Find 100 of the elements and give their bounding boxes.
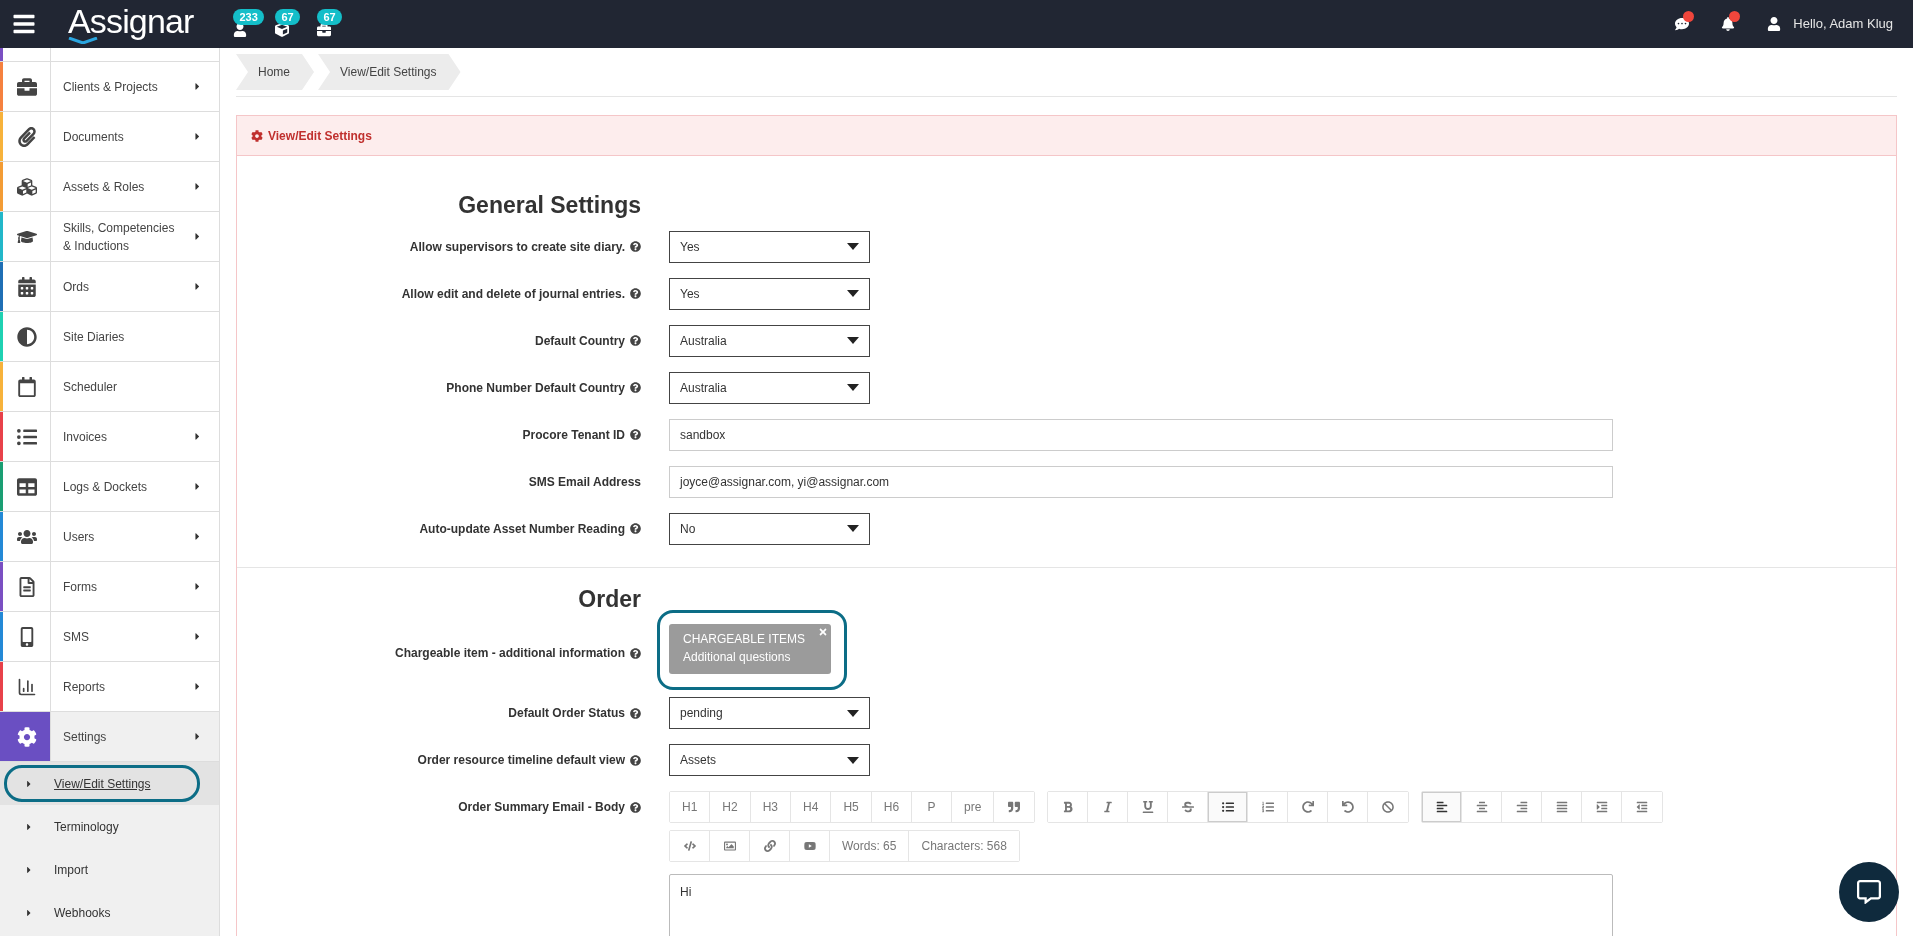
align-justify-icon [1555,801,1568,813]
field-label: Order resource timeline default view [417,752,625,769]
menu-icon[interactable] [12,12,36,36]
bold-button[interactable] [1048,792,1089,822]
sidebar-item[interactable]: Users [0,512,219,562]
sidebar-label: Ords [62,278,90,296]
align-center-icon [1475,801,1488,813]
help-icon[interactable] [630,801,641,813]
align-left-button[interactable] [1422,792,1463,822]
field-label: SMS Email Address [528,473,641,491]
select-field[interactable]: Australia [669,371,870,404]
count-badge: 233 [233,9,264,25]
sidebar-item[interactable]: Scheduler [0,362,219,412]
sidebar-item[interactable]: Settings [0,712,219,762]
sidebar-label: Invoices [62,428,109,446]
select-field[interactable]: No [669,512,870,545]
sidebar-item[interactable]: Reports [0,662,219,712]
field-label: Procore Tenant ID [522,426,625,444]
submenu-link[interactable]: View/Edit Settings [54,774,151,793]
table-icon [16,476,37,497]
select-field[interactable]: Australia [669,324,870,357]
list-icon [16,426,37,447]
help-icon[interactable] [630,523,641,534]
dropdown-caret-icon [847,243,859,250]
bell-icon[interactable] [1721,17,1736,31]
dropdown-caret-icon [847,525,859,532]
panel-title: View/Edit Settings [268,127,372,145]
sidebar-label: Clients & Projects [62,78,159,96]
field-label: Default Order Status [508,705,625,722]
settings-icon [16,726,37,747]
help-icon[interactable] [630,429,641,440]
sidebar-label: Forms [62,578,98,596]
chip-title: CHARGEABLE ITEMS [683,631,807,648]
count-badge: 67 [275,9,300,25]
code-icon [683,840,696,852]
sidebar-label: SMS [62,628,90,646]
field-label: Default Country [535,332,625,350]
field-label: Order Summary Email - Body [458,799,625,816]
calendar-icon [16,376,37,397]
cube-icon[interactable] [275,23,290,37]
sidebar-item[interactable]: Site Diaries [0,312,219,362]
close-icon[interactable] [818,627,828,637]
toolbar-button[interactable]: H1 [670,792,711,822]
sidebar-item[interactable]: SMS [0,612,219,662]
code-button[interactable] [670,831,710,861]
sidebar-item[interactable]: Documents [0,112,219,162]
clear-format-icon [1382,801,1395,813]
sidebar-item[interactable]: Invoices [0,412,219,462]
underline-icon [1141,801,1154,813]
submenu-link[interactable]: Webhooks [54,903,111,922]
select-field[interactable]: pending [669,697,870,729]
text-field[interactable]: sandbox [669,418,1613,451]
bullet-list-button[interactable] [1208,792,1249,822]
align-right-icon [1515,801,1528,813]
help-icon[interactable] [630,288,641,299]
field-label: Chargeable item - additional information [394,645,625,662]
dropdown-caret-icon [847,337,859,344]
sidebar-item[interactable]: Forms [0,562,219,612]
help-icon[interactable] [630,707,641,719]
help-icon[interactable] [630,647,641,659]
chat-widget-button[interactable] [1839,862,1899,922]
sidebar-label: Site Diaries [62,328,126,346]
user-greeting[interactable]: Hello, Adam Klug [1793,14,1893,34]
sidebar-label: Documents [62,128,125,146]
sidebar-label: Settings [62,728,108,746]
logo[interactable]: Assignar [68,4,194,38]
help-icon[interactable] [630,754,641,766]
dropdown-caret-icon [847,709,859,717]
field-label: Allow supervisors to create site diary. [409,238,625,256]
sidebar-item[interactable]: Assets & Roles [0,162,219,212]
sidebar-label: Reports [62,678,107,696]
align-left-icon [1435,801,1448,813]
submenu-link[interactable]: Terminology [54,817,119,836]
chat-icon[interactable] [1675,17,1690,31]
settings-icon [251,129,263,142]
select-field[interactable]: Yes [669,277,870,310]
text-field[interactable]: joyce@assignar.com, yi@assignar.com [669,465,1613,498]
editor-text-area[interactable]: Hi [669,874,1613,936]
select-field[interactable]: Yes [669,230,870,263]
bold-icon [1061,801,1074,813]
user-icon [1767,17,1782,31]
select-field[interactable]: Assets [669,744,870,776]
image-icon [723,840,736,852]
quote-icon [1008,801,1021,813]
sidebar-item[interactable]: Ords [0,262,219,312]
chat-icon [1857,880,1881,904]
bar-chart-icon [16,676,37,697]
help-icon[interactable] [630,335,641,346]
breadcrumb-link[interactable]: View/Edit Settings [318,54,461,90]
help-icon[interactable] [630,241,641,252]
help-icon[interactable] [630,382,641,393]
submenu-link[interactable]: Import [54,860,88,879]
outdent-icon [1636,801,1649,813]
sidebar-label: Users [62,528,96,546]
breadcrumb-link[interactable]: Home [236,54,314,90]
section-heading: Order [578,584,641,614]
sidebar-item[interactable]: Clients & Projects [0,62,219,112]
sidebar-item[interactable]: Skills, Competencies & Inductions [0,212,219,262]
sidebar-item[interactable]: Logs & Dockets [0,462,219,512]
redo-icon [1301,801,1314,813]
